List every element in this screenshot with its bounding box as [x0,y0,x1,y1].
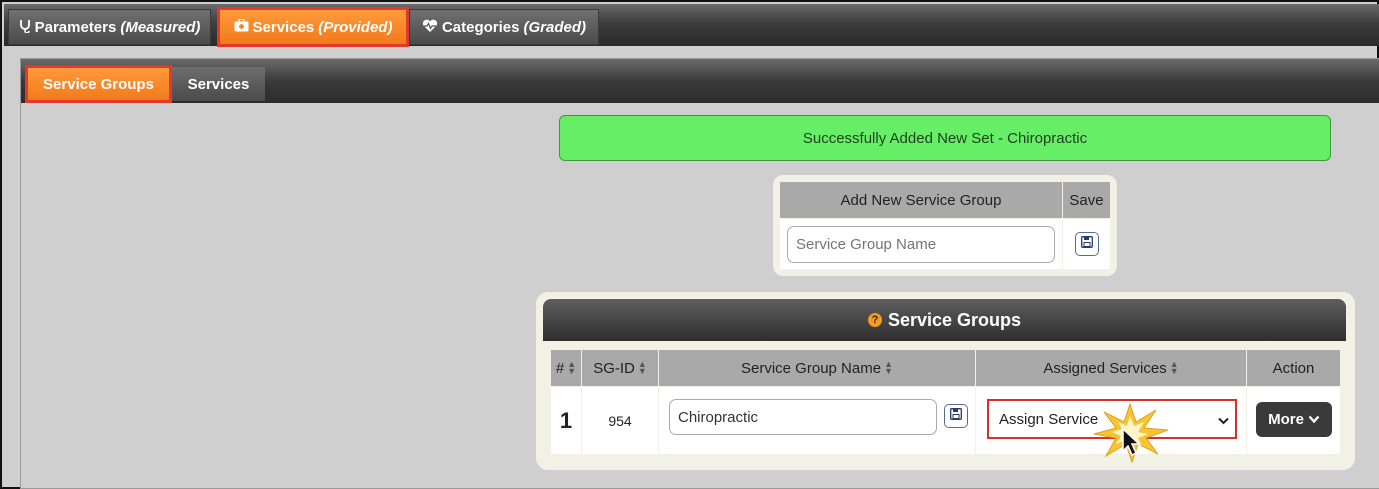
row-action-cell: More [1247,387,1340,454]
mouse-cursor-icon [1122,427,1141,457]
column-sg-id-label: SG-ID [593,359,635,377]
add-group-save-cell [1063,219,1110,269]
tab-services[interactable]: Services (Provided) [217,7,409,47]
column-header-group-name[interactable]: Service Group Name ▲ ▼ [659,350,975,386]
tab-categories-label: Categories [441,18,520,36]
service-groups-header: ? Service Groups [543,299,1346,341]
row-save-button[interactable] [944,404,968,428]
add-group-name-header: Add New Service Group [780,182,1062,218]
more-button[interactable]: More [1256,402,1332,437]
subtab-service-groups[interactable]: Service Groups [25,65,172,103]
subtab-service-groups-label: Service Groups [43,75,154,93]
add-service-group-box: Add New Service Group Save Service Group… [773,175,1117,276]
sort-icon: ▲ ▼ [884,359,893,376]
column-header-action: Action [1247,350,1340,386]
success-alert-message: Successfully Added New Set - Chiropracti… [802,129,1088,147]
row-number: 1 [551,387,581,454]
add-group-name-cell: Service Group Name [780,219,1062,269]
row-sg-id: 954 [582,387,658,454]
app-frame: Parameters (Measured) Services (Provided… [0,0,1379,489]
top-tab-bar: Parameters (Measured) Services (Provided… [4,4,1379,47]
floppy-disk-icon [1081,235,1093,253]
row-group-name-cell: Chiropractic [659,387,975,454]
stethoscope-icon [19,19,31,36]
service-group-name-input[interactable]: Service Group Name [787,226,1055,263]
column-header-sg-id[interactable]: SG-ID ▲ ▼ [582,350,658,386]
tab-parameters[interactable]: Parameters (Measured) [8,9,211,45]
add-group-save-header: Save [1063,182,1110,218]
sort-icon: ▲ ▼ [637,359,647,376]
heart-pulse-icon [422,19,438,36]
assign-service-value: Assign Service [999,410,1099,428]
tab-services-qualifier: (Provided) [318,18,393,36]
more-button-label: More [1268,411,1304,428]
chevron-down-icon [1308,415,1320,424]
service-group-name-field[interactable]: Chiropractic [669,399,937,435]
tab-parameters-label: Parameters [34,18,117,36]
sort-icon: ▲ ▼ [567,359,577,376]
success-alert: Successfully Added New Set - Chiropracti… [559,115,1331,161]
chevron-down-icon [1218,412,1229,429]
column-assigned-label: Assigned Services [1043,359,1167,377]
column-action-label: Action [1272,359,1315,377]
tab-services-label: Services [252,18,315,36]
service-groups-widget: ? Service Groups # ▲ ▼ SG-ID ▲ ▼ Service G… [536,292,1355,470]
sub-tab-bar: Service Groups Services [21,59,1379,103]
tab-parameters-qualifier: (Measured) [120,18,201,36]
column-group-name-label: Service Group Name [741,359,882,377]
tab-categories-qualifier: (Graded) [523,18,587,36]
tab-categories[interactable]: Categories (Graded) [409,9,599,45]
column-header-assigned-services[interactable]: Assigned Services ▲ ▼ [976,350,1246,386]
medical-kit-icon [234,18,249,35]
question-circle-icon[interactable]: ? [867,313,882,327]
service-groups-title: Service Groups [887,309,1022,330]
subtab-services-label: Services [187,75,250,93]
floppy-disk-icon [950,407,962,425]
subtab-services[interactable]: Services [172,67,265,101]
column-header-num[interactable]: # ▲ ▼ [551,350,581,386]
sort-icon: ▲ ▼ [1169,359,1179,376]
add-group-save-button[interactable] [1075,232,1099,256]
column-num-label: # [555,359,565,377]
